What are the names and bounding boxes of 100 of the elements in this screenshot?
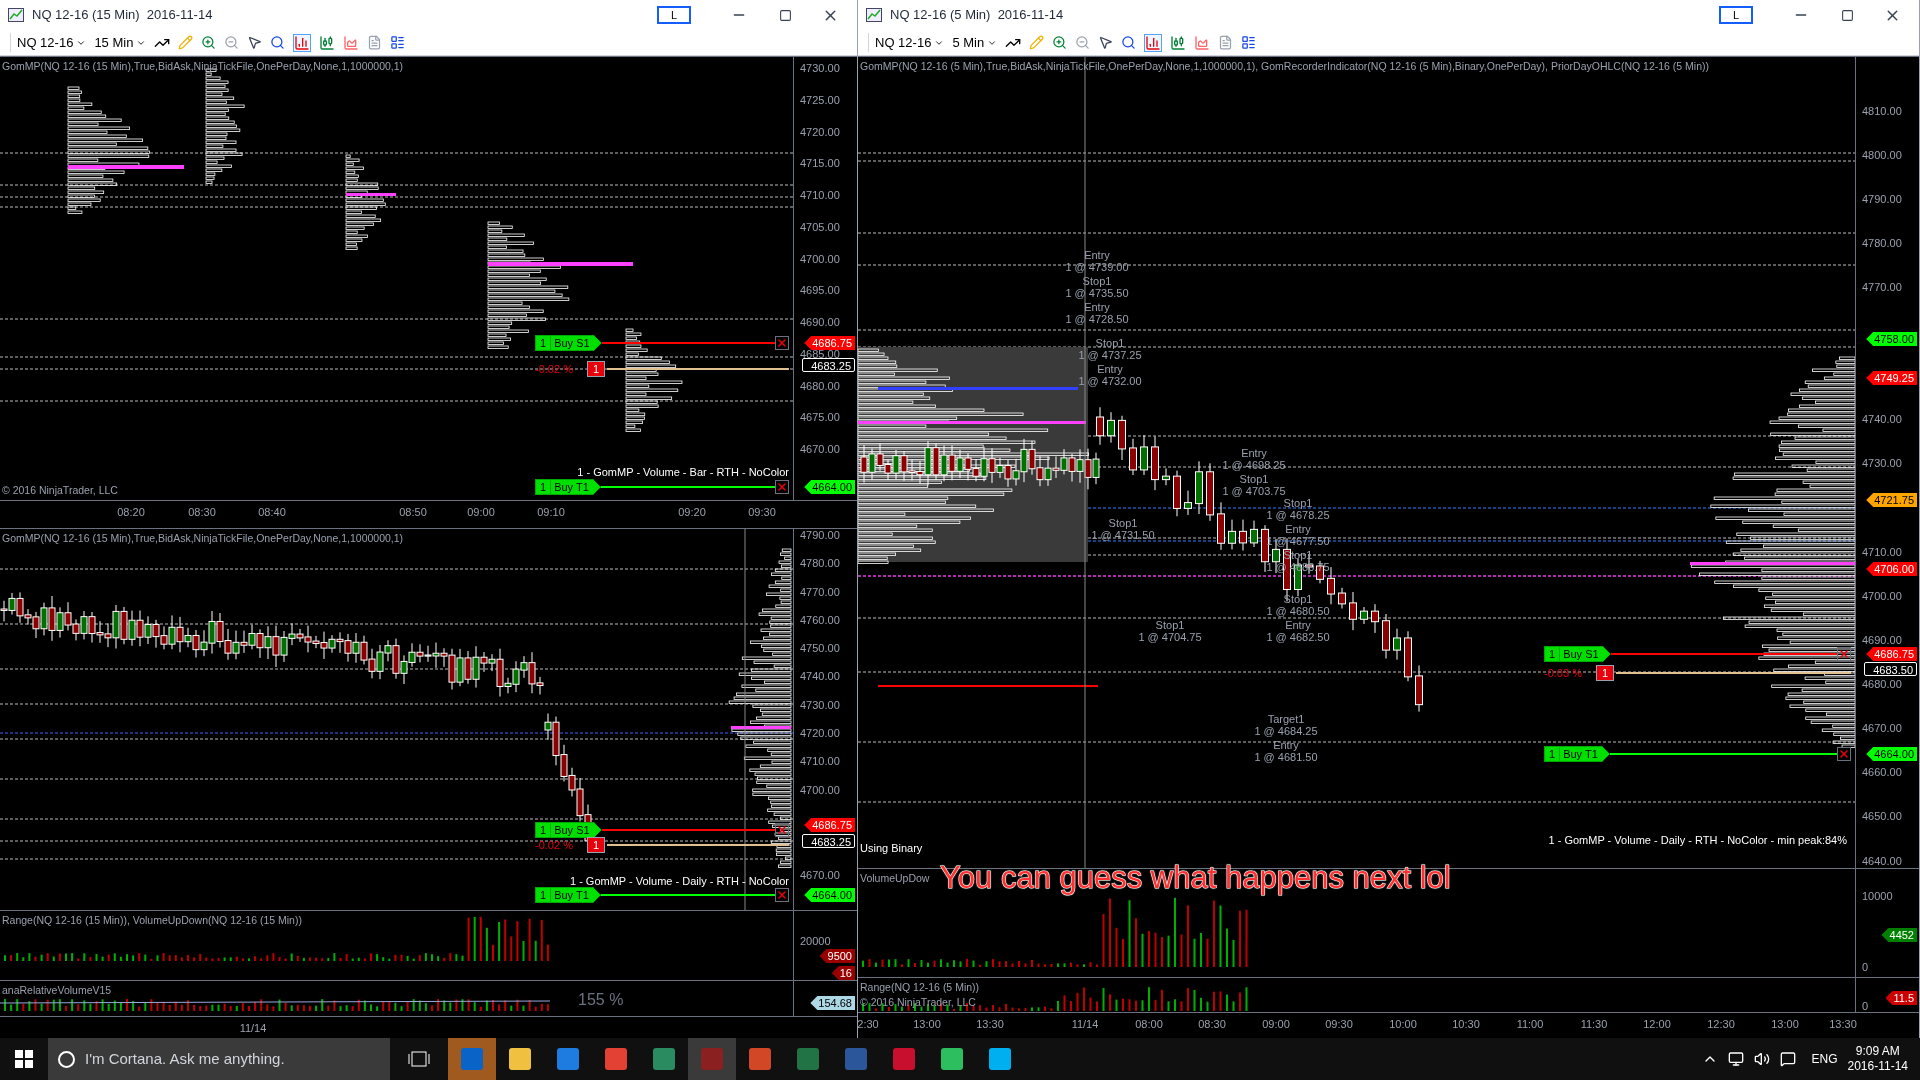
search-field[interactable]: I'm Cortana. Ask me anything. xyxy=(48,1038,390,1080)
pointer-icon[interactable] xyxy=(247,35,263,50)
network-icon[interactable] xyxy=(1728,1051,1745,1067)
trade-label: Entry xyxy=(1285,619,1311,631)
trade-label: Entry xyxy=(1084,249,1110,261)
interval-dropdown[interactable]: 5 Min xyxy=(952,32,998,53)
price-tick: 4670.00 xyxy=(1862,722,1902,734)
search-icon[interactable] xyxy=(270,35,286,50)
price-tick: 4720.00 xyxy=(800,125,840,138)
price-marker: 4686.75 xyxy=(804,818,855,832)
time-label: 08:30 xyxy=(188,505,216,520)
lock-button[interactable]: L xyxy=(657,6,691,24)
order-tag[interactable]: 1 Buy T1 xyxy=(535,887,601,903)
price-tick: 4700.00 xyxy=(800,252,840,265)
price-marker: 4683.25 xyxy=(802,834,855,848)
trade-fill: 1 @ 4735.50 xyxy=(1065,287,1129,299)
time-label: 08:30 xyxy=(1198,1017,1226,1032)
lock-button[interactable]: L xyxy=(1719,6,1753,24)
price-marker: 16 xyxy=(831,966,855,980)
clock-date[interactable]: 2016-11-14 xyxy=(1847,1059,1908,1074)
cancel-order-icon[interactable] xyxy=(1837,647,1851,661)
order-tag[interactable]: 1 Buy S1 xyxy=(535,335,602,351)
time-label: 2:30 xyxy=(858,1017,879,1032)
time-label: 12:00 xyxy=(1643,1017,1671,1032)
task-view-icon[interactable] xyxy=(408,1051,430,1067)
zoom-out-icon[interactable] xyxy=(224,35,240,50)
price-tick: 20000 xyxy=(800,935,831,947)
price-tick: 4680.00 xyxy=(1862,678,1902,690)
order-tag[interactable]: 1 Buy T1 xyxy=(1544,746,1610,762)
document-icon[interactable] xyxy=(1218,35,1234,50)
area-chart-icon[interactable] xyxy=(1194,34,1211,51)
volume-icon[interactable] xyxy=(1754,1051,1771,1067)
bar-chart-icon[interactable] xyxy=(293,33,312,52)
price-tick: 4790.00 xyxy=(1862,193,1902,205)
start-icon[interactable] xyxy=(15,1050,33,1068)
trade-label: Stop1 xyxy=(1082,275,1112,287)
candlestick-icon[interactable] xyxy=(1170,34,1187,51)
chart-icon xyxy=(8,8,24,22)
price-tick: 4780.00 xyxy=(1862,237,1902,249)
maximize-icon[interactable] xyxy=(1841,8,1854,22)
bar-chart-icon[interactable] xyxy=(1144,33,1163,52)
time-label: 09:20 xyxy=(678,505,706,520)
trade-fill: 1 @ 4731.50 xyxy=(1091,529,1155,541)
area-chart-icon[interactable] xyxy=(343,34,360,51)
indicator-label: anaRelativeVolumeV15 xyxy=(2,983,112,998)
position-quantity[interactable]: 1 xyxy=(587,361,606,377)
price-tick: 4770.00 xyxy=(1862,281,1902,293)
price-tick: 4650.00 xyxy=(1862,810,1902,822)
properties-icon[interactable] xyxy=(1241,35,1257,50)
price-marker: 4664.00 xyxy=(1866,747,1917,761)
position-quantity[interactable]: 1 xyxy=(587,837,606,853)
copyright-text: © 2016 NinjaTrader, LLC xyxy=(2,483,118,499)
trade-label: Target1 xyxy=(1267,713,1305,725)
instrument-dropdown[interactable]: NQ 12-16 xyxy=(10,32,87,53)
clock-time[interactable]: 9:09 AM xyxy=(1855,1044,1900,1059)
trade-label: Entry xyxy=(1097,363,1123,375)
trade-fill: 1 @ 4681.50 xyxy=(1254,751,1318,763)
price-tick: 4715.00 xyxy=(800,157,840,170)
price-tick: 4695.00 xyxy=(800,284,840,297)
window-title: NQ 12-16 (15 Min) 2016-11-14 xyxy=(32,6,213,25)
pointer-icon[interactable] xyxy=(1098,35,1114,50)
zoom-out-icon[interactable] xyxy=(1075,35,1091,50)
position-quantity[interactable]: 1 xyxy=(1596,665,1615,681)
price-tick: 4800.00 xyxy=(1862,149,1902,161)
order-tag[interactable]: 1 Buy S1 xyxy=(535,822,602,838)
trade-fill: 1 @ 4684.25 xyxy=(1254,725,1318,737)
indicator-label: GomMP(NQ 12-16 (15 Min),True,BidAsk,NinjaTickFile,OnePerDay,None,1,1000000,1) xyxy=(2,59,404,74)
zoom-in-icon[interactable] xyxy=(1052,35,1068,50)
candlestick-icon[interactable] xyxy=(319,34,336,51)
language-indicator[interactable]: ENG xyxy=(1811,1050,1838,1068)
indicator-legend: 1 - GomMP - Volume - Daily - RTH - NoColor xyxy=(569,873,789,890)
price-tick: 4725.00 xyxy=(800,93,840,106)
instrument-dropdown[interactable]: NQ 12-16 xyxy=(868,32,945,53)
order-tag[interactable]: 1 Buy S1 xyxy=(1544,646,1611,662)
price-tick: 4760.00 xyxy=(800,614,840,626)
price-tick: 4660.00 xyxy=(1862,766,1902,778)
indicator-label: GomMP(NQ 12-16 (15 Min),True,BidAsk,NinjaTickFile,OnePerDay,None,1,1000000,1) xyxy=(2,531,404,546)
interval-dropdown[interactable]: 15 Min xyxy=(94,32,147,53)
trade-label: Entry xyxy=(1084,301,1110,313)
cancel-order-icon[interactable] xyxy=(775,823,789,837)
zoom-in-icon[interactable] xyxy=(201,35,217,50)
price-tick: 4730.00 xyxy=(800,62,840,74)
price-tick: 4640.00 xyxy=(1862,855,1902,867)
price-marker: 4664.00 xyxy=(804,480,855,494)
order-tag[interactable]: 1 Buy T1 xyxy=(535,479,601,495)
indicator-legend: 1 - GomMP - Volume - Bar - RTH - NoColor xyxy=(577,464,789,481)
search-icon[interactable] xyxy=(1121,35,1137,50)
price-tick: 4740.00 xyxy=(800,670,840,682)
overlay-caption: You can guess what happens next lol xyxy=(940,860,1451,896)
properties-icon[interactable] xyxy=(390,35,406,50)
price-marker: 4758.00 xyxy=(1866,332,1917,346)
relative-volume-reading: 155 % xyxy=(578,991,624,1009)
maximize-icon[interactable] xyxy=(779,8,792,22)
notification-icon[interactable] xyxy=(1780,1051,1797,1067)
price-marker: 4686.75 xyxy=(804,336,855,350)
document-icon[interactable] xyxy=(367,35,383,50)
price-marker: 4664.00 xyxy=(804,888,855,902)
price-tick: 4675.00 xyxy=(800,411,840,424)
price-tick: 4720.00 xyxy=(800,727,840,739)
trade-fill: 1 @ 4682.50 xyxy=(1266,631,1330,643)
